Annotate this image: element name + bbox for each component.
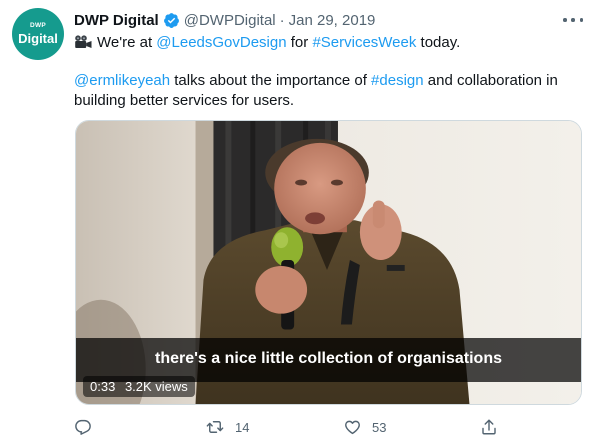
video-info-badge: 0:33 3.2K views <box>83 376 195 397</box>
heart-icon <box>345 420 360 435</box>
reply-button[interactable] <box>74 414 92 440</box>
avatar-text-small: DWP <box>29 22 47 30</box>
hashtag-link[interactable]: #design <box>371 72 424 89</box>
tweet-text-line-2: @ermlikeyeah talks about the importance … <box>74 71 558 91</box>
avatar[interactable]: DWP Digital <box>12 8 64 60</box>
retweet-button[interactable]: 14 <box>205 414 249 440</box>
tweet-date[interactable]: Jan 29, 2019 <box>289 12 376 29</box>
tweet-card[interactable]: DWP Digital DWP Digital @DWPDigital · Ja… <box>0 0 598 447</box>
video-player[interactable]: there's a nice little collection of orga… <box>75 120 582 405</box>
author-handle[interactable]: @DWPDigital <box>184 12 276 29</box>
retweet-icon <box>206 421 224 433</box>
video-duration: 0:33 <box>90 379 116 394</box>
video-info-separator <box>118 379 122 394</box>
tweet-text: for <box>286 34 313 51</box>
mention-link[interactable]: @LeedsGovDesign <box>156 34 286 51</box>
tweet-text-line-3: building better services for users. <box>74 92 295 109</box>
avatar-text-big: Digital <box>18 30 58 46</box>
movie-camera-icon <box>75 35 92 48</box>
author-name[interactable]: DWP Digital <box>74 12 159 29</box>
verified-badge-icon <box>163 12 179 28</box>
hashtag-link[interactable]: #ServicesWeek <box>312 34 416 51</box>
video-views: 3.2K views <box>124 379 188 394</box>
more-dot <box>571 18 575 22</box>
share-button[interactable] <box>480 414 498 440</box>
tweet-text-line-1: We're at @LeedsGovDesign for #ServicesWe… <box>74 33 460 53</box>
more-dot <box>563 18 567 22</box>
tweet-text: and collaboration in <box>423 72 558 89</box>
retweet-count: 14 <box>235 419 250 435</box>
tweet-text: today. <box>416 34 461 51</box>
tweet-text: talks about the importance of <box>170 72 372 89</box>
tweet-header: DWP Digital @DWPDigital · Jan 29, 2019 <box>74 10 375 30</box>
header-separator: · <box>279 11 285 29</box>
like-count: 53 <box>372 419 387 435</box>
more-dot <box>579 18 583 22</box>
like-button[interactable]: 53 <box>343 414 386 440</box>
video-subtitle: there's a nice little collection of orga… <box>155 350 502 367</box>
mention-link[interactable]: @ermlikeyeah <box>74 72 170 89</box>
tweet-actions-bar: 14 53 <box>0 414 598 440</box>
reply-icon <box>75 419 91 435</box>
share-icon <box>482 419 496 435</box>
more-options-icon[interactable] <box>563 12 583 28</box>
tweet-text: We're at <box>97 34 157 51</box>
